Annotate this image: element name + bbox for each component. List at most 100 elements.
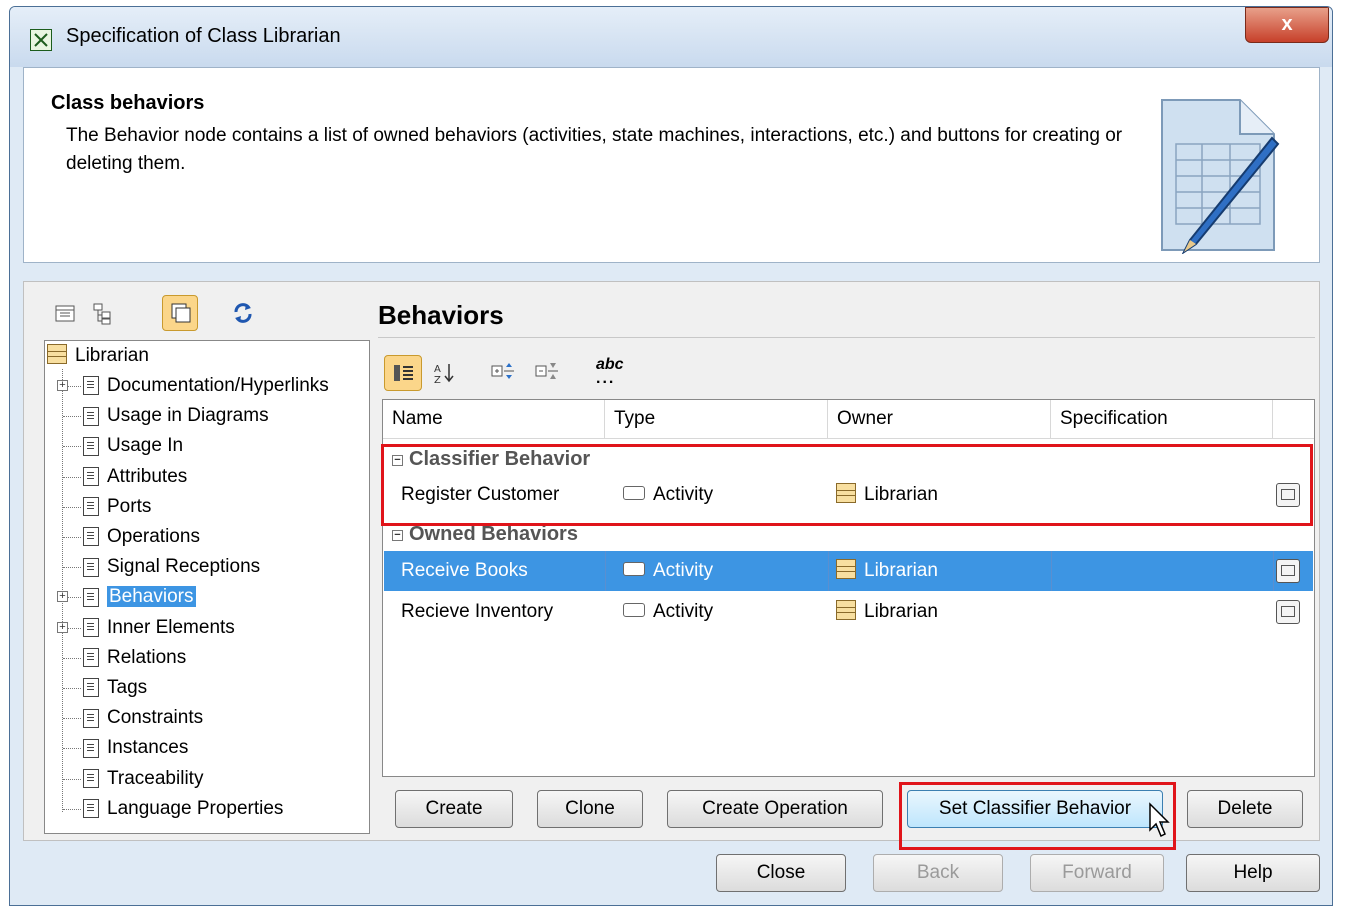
tree-item-ports[interactable]: Ports	[83, 492, 151, 522]
tree-item-label: Language Properties	[107, 797, 284, 819]
cell-owner: Librarian	[828, 552, 1051, 590]
categorized-icon	[394, 365, 413, 381]
tree-item-label: Attributes	[107, 465, 188, 487]
tree-item-language-properties[interactable]: Language Properties	[83, 794, 283, 824]
activity-icon	[623, 602, 645, 617]
cell-owner-label: Librarian	[864, 560, 938, 581]
panel-divider	[378, 337, 1315, 338]
expanded-view-toggle[interactable]	[162, 295, 198, 331]
section-description: The Behavior node contains a list of own…	[66, 125, 1123, 174]
panel-title: Behaviors	[378, 300, 504, 330]
open-specification-button[interactable]	[1276, 600, 1300, 624]
expand-icon[interactable]: +	[57, 380, 68, 391]
tree-item-label: Signal Receptions	[107, 556, 261, 578]
classifier-behavior-highlight	[381, 444, 1313, 526]
collapse-icon[interactable]: −	[392, 530, 403, 541]
create-operation-button[interactable]: Create Operation	[667, 790, 883, 828]
tree-item-inner-elements[interactable]: Inner Elements	[83, 613, 235, 643]
tree-item-instances[interactable]: Instances	[83, 733, 188, 763]
main-content: Librarian + Documentation/Hyperlinks Usage…	[23, 281, 1320, 850]
close-window-button[interactable]: x	[1245, 7, 1329, 43]
refresh-icon[interactable]	[230, 300, 256, 326]
delete-button[interactable]: Delete	[1187, 790, 1303, 828]
column-header-owner[interactable]: Owner	[828, 400, 1051, 438]
document-icon	[83, 406, 99, 426]
tree-root-librarian[interactable]: Librarian	[47, 341, 149, 371]
title-bar: Specification of Class Librarian x	[10, 7, 1332, 67]
tree-item-label: Inner Elements	[107, 616, 235, 638]
document-icon	[83, 436, 99, 456]
list-view-icon[interactable]	[52, 300, 78, 326]
specification-dialog: Specification of Class Librarian x Class…	[9, 6, 1333, 906]
cell-owner-label: Librarian	[864, 601, 938, 622]
collapse-all-icon[interactable]	[534, 360, 560, 386]
tree-item-label: Usage in Diagrams	[107, 405, 269, 427]
tree-item-traceability[interactable]: Traceability	[83, 764, 203, 794]
document-icon	[83, 557, 99, 577]
tree-item-label: Constraints	[107, 707, 204, 729]
expand-icon[interactable]: +	[57, 591, 68, 603]
document-icon	[83, 497, 99, 517]
activity-icon	[623, 561, 645, 576]
tree-item-operations[interactable]: Operations	[83, 522, 200, 552]
tree-item-constraints[interactable]: Constraints	[83, 703, 203, 733]
back-button[interactable]: Back	[873, 854, 1003, 892]
tree-item-label: Behaviors	[107, 586, 196, 608]
document-icon	[83, 587, 99, 607]
cell-type: Activity	[605, 593, 828, 631]
tree-root-label: Librarian	[75, 345, 149, 366]
section-title: Class behaviors	[51, 92, 205, 114]
document-icon	[83, 376, 99, 396]
specification-tree: Librarian + Documentation/Hyperlinks Usage…	[44, 340, 370, 834]
app-icon	[30, 29, 52, 51]
tree-item-usage-in-diagrams[interactable]: Usage in Diagrams	[83, 401, 269, 431]
cell-name: Receive Books	[401, 560, 528, 581]
help-button[interactable]: Help	[1186, 854, 1320, 892]
document-icon	[83, 769, 99, 789]
class-icon	[47, 343, 67, 364]
tree-item-documentation-hyperlinks[interactable]: Documentation/Hyperlinks	[83, 371, 329, 401]
tree-item-tags[interactable]: Tags	[83, 673, 147, 703]
cell-type-label: Activity	[653, 601, 714, 622]
column-header-type[interactable]: Type	[605, 400, 828, 438]
tree-item-attributes[interactable]: Attributes	[83, 462, 187, 492]
class-icon	[836, 599, 856, 620]
create-button[interactable]: Create	[395, 790, 513, 828]
tree-item-label: Usage In	[107, 435, 184, 457]
window-title: Specification of Class Librarian	[66, 25, 341, 47]
expand-icon[interactable]: +	[57, 621, 68, 633]
group-by-category-toggle[interactable]	[384, 355, 422, 391]
tree-view-icon[interactable]	[90, 300, 116, 326]
open-specification-button[interactable]	[1276, 559, 1300, 583]
cell-name: Recieve Inventory	[401, 601, 554, 622]
document-icon	[83, 708, 99, 728]
sort-alphabetically-icon[interactable]: AZ	[432, 360, 458, 386]
abc-toggle[interactable]: abc...	[596, 357, 624, 387]
document-icon	[83, 618, 99, 638]
class-icon	[836, 558, 856, 579]
svg-text:A: A	[434, 364, 441, 375]
tree-item-relations[interactable]: Relations	[83, 643, 186, 673]
clone-button[interactable]: Clone	[537, 790, 643, 828]
document-icon	[83, 799, 99, 819]
forward-button[interactable]: Forward	[1030, 854, 1164, 892]
cell-type-label: Activity	[653, 560, 714, 581]
cell-type: Activity	[605, 552, 828, 590]
specification-illustration-icon	[1161, 99, 1280, 254]
column-header-specification[interactable]: Specification	[1051, 400, 1273, 438]
tree-item-label: Documentation/Hyperlinks	[107, 375, 329, 396]
document-icon	[83, 467, 99, 487]
tree-item-usage-in[interactable]: Usage In	[83, 431, 183, 461]
column-header-name[interactable]: Name	[383, 400, 605, 438]
tree-item-signal-receptions[interactable]: Signal Receptions	[83, 552, 260, 582]
description-header: Class behaviors The Behavior node contai…	[23, 67, 1320, 263]
tree-item-behaviors[interactable]: Behaviors	[83, 582, 196, 612]
tree-item-label: Relations	[107, 646, 187, 668]
expand-all-icon[interactable]	[490, 360, 516, 386]
document-icon	[83, 738, 99, 758]
close-button[interactable]: Close	[716, 854, 846, 892]
tree-item-label: Instances	[107, 737, 189, 759]
tree-item-label: Tags	[107, 677, 148, 698]
document-icon	[83, 527, 99, 547]
tree-item-label: Traceability	[107, 767, 204, 789]
